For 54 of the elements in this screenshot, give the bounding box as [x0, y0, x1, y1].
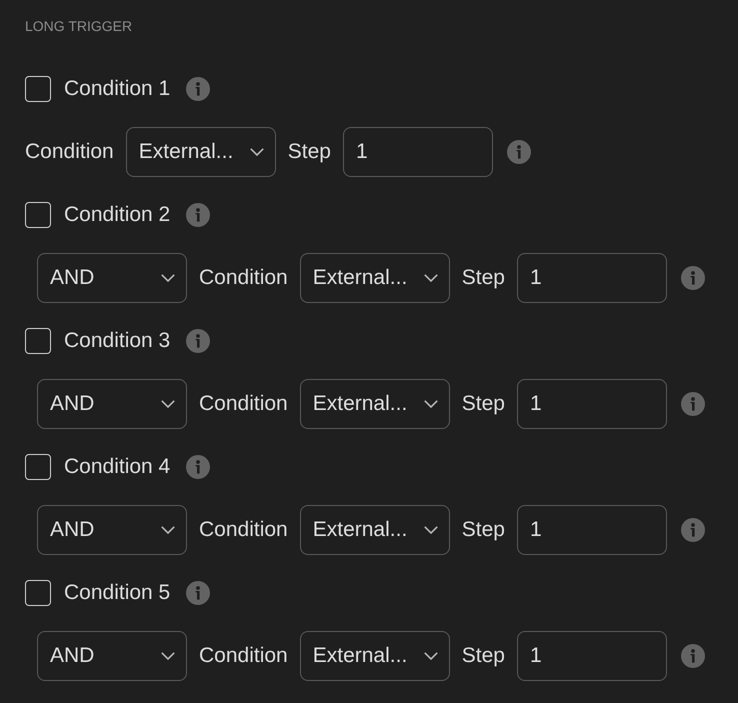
step-label: Step [462, 518, 505, 542]
condition-title: Condition 2 [64, 202, 170, 228]
condition-label: Condition [199, 392, 288, 416]
condition-title: Condition 5 [64, 580, 170, 606]
step-input[interactable]: 1 [516, 505, 667, 555]
section-title: LONG TRIGGER [25, 18, 134, 35]
info-icon[interactable] [186, 77, 210, 101]
checkbox[interactable] [25, 328, 51, 354]
info-icon[interactable] [680, 266, 705, 290]
chevron-down-icon [161, 274, 175, 282]
condition-label: Condition [199, 518, 288, 542]
chevron-down-icon [424, 400, 438, 408]
chevron-down-icon [161, 526, 175, 534]
operator-dropdown[interactable]: AND [37, 631, 187, 681]
info-icon[interactable] [186, 203, 210, 227]
step-input[interactable]: 1 [516, 379, 667, 429]
checkbox[interactable] [25, 580, 51, 606]
chevron-down-icon [424, 652, 438, 660]
condition-title: Condition 1 [64, 76, 170, 102]
chevron-down-icon [161, 652, 175, 660]
condition-label: Condition [199, 266, 288, 290]
chevron-down-icon [424, 526, 438, 534]
checkbox[interactable] [25, 454, 51, 480]
chevron-down-icon [250, 148, 264, 156]
info-icon[interactable] [186, 581, 210, 605]
step-input[interactable]: 1 [516, 253, 667, 303]
info-icon[interactable] [680, 644, 705, 668]
info-icon[interactable] [186, 329, 210, 353]
step-input[interactable]: 1 [516, 631, 667, 681]
operator-dropdown[interactable]: AND [37, 253, 187, 303]
condition-label: Condition [25, 140, 114, 164]
condition-dropdown[interactable]: External... [300, 631, 450, 681]
condition-title: Condition 3 [64, 328, 170, 354]
info-icon[interactable] [680, 392, 705, 416]
chevron-down-icon [161, 400, 175, 408]
condition-dropdown[interactable]: External... [300, 505, 450, 555]
info-icon[interactable] [186, 455, 210, 479]
condition-dropdown[interactable]: External... [300, 379, 450, 429]
step-input[interactable]: 1 [342, 127, 493, 177]
info-icon[interactable] [506, 140, 531, 164]
operator-dropdown[interactable]: AND [37, 505, 187, 555]
operator-dropdown[interactable]: AND [37, 379, 187, 429]
step-label: Step [462, 644, 505, 668]
step-label: Step [462, 266, 505, 290]
checkbox[interactable] [25, 76, 51, 102]
condition-label: Condition [199, 644, 288, 668]
checkbox[interactable] [25, 202, 51, 228]
info-icon[interactable] [680, 518, 705, 542]
step-label: Step [462, 392, 505, 416]
condition-title: Condition 4 [64, 454, 170, 480]
step-label: Step [288, 140, 331, 164]
condition-dropdown[interactable]: External... [126, 127, 276, 177]
chevron-down-icon [424, 274, 438, 282]
condition-dropdown[interactable]: External... [300, 253, 450, 303]
